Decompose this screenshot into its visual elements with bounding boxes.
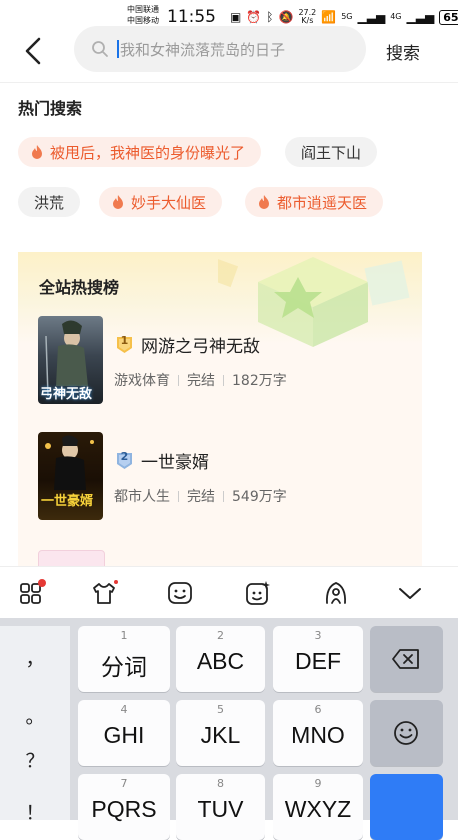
signal-icon-1: ▁▃▅ xyxy=(357,10,386,24)
flame-icon xyxy=(111,194,125,210)
cover-title: 一世豪婿 xyxy=(41,494,94,509)
book-cover[interactable]: 弓神无敌 xyxy=(38,316,103,404)
cover-title: 弓神无敌 xyxy=(40,387,93,402)
hot-search-title: 热门搜索 xyxy=(18,99,83,118)
key-9[interactable]: 9 WXYZ xyxy=(273,774,363,840)
key-7[interactable]: 7 PQRS xyxy=(78,774,170,840)
status-icons: ▣ ⏰ ᛒ 🔕 27.2 K/s 📶 5G ▁▃▅ 4G ▁▃▅ 65 xyxy=(230,9,458,25)
book-meta: 都市人生 完结 549万字 xyxy=(114,486,287,506)
signal-icon-2: ▁▃▅ xyxy=(406,10,435,24)
header-divider xyxy=(0,82,458,83)
network-4g: 4G xyxy=(390,12,402,21)
book-item[interactable]: 一世豪婿 2 一世豪婿 都市人生 完结 549万字 xyxy=(38,432,418,527)
keyboard-toolbar xyxy=(0,566,458,619)
book-item[interactable]: 弓神无敌 1 网游之弓神无敌 游戏体育 完结 182万字 xyxy=(38,316,418,411)
hot-tag[interactable]: 都市逍遥天医 xyxy=(245,187,384,217)
punctuation-column[interactable]: ， 。 ？ ！ xyxy=(0,626,70,824)
book-word-count: 549万字 xyxy=(232,489,287,505)
smiley-icon xyxy=(394,721,418,745)
tag-label: 被甩后，我神医的身份曝光了 xyxy=(50,143,246,162)
book-title: 网游之弓神无敌 xyxy=(141,337,260,357)
net-speed: 27.2 K/s xyxy=(298,8,317,25)
book-genre: 游戏体育 xyxy=(114,373,170,389)
tag-label: 都市逍遥天医 xyxy=(277,193,368,212)
collapse-keyboard-icon[interactable] xyxy=(396,579,424,607)
meta-separator xyxy=(223,490,224,502)
meta-separator xyxy=(178,374,179,386)
voice-icon[interactable] xyxy=(322,579,350,607)
book-status: 完结 xyxy=(187,489,215,505)
carrier-1: 中国联通 xyxy=(127,5,159,14)
search-button[interactable]: 搜索 xyxy=(386,39,420,64)
punct-exclaim[interactable]: ！ xyxy=(0,798,70,825)
rank-number: 1 xyxy=(120,334,129,347)
key-3[interactable]: 3 DEF xyxy=(273,626,363,692)
book-cover[interactable]: 一世豪婿 xyxy=(38,432,103,520)
rank-number: 2 xyxy=(120,450,129,463)
key-8[interactable]: 8 TUV xyxy=(176,774,265,840)
flame-icon xyxy=(30,144,44,160)
book-title-row: 1 网游之弓神无敌 xyxy=(115,332,260,357)
hot-tag[interactable]: 洪荒 xyxy=(18,187,81,217)
ranking-title: 全站热搜榜 xyxy=(39,278,120,297)
text-cursor xyxy=(117,40,119,58)
tag-label: 妙手大仙医 xyxy=(131,193,207,212)
sticker-icon[interactable] xyxy=(244,579,272,607)
mute-icon: 🔕 xyxy=(278,10,294,24)
flame-icon xyxy=(257,194,271,210)
search-enter-key[interactable] xyxy=(370,774,443,840)
backspace-key[interactable] xyxy=(370,626,443,692)
clock: 11:55 xyxy=(167,7,216,27)
book-genre: 都市人生 xyxy=(114,489,170,505)
punct-question[interactable]: ？ xyxy=(0,746,70,773)
ranking-card: 全站热搜榜 弓神无敌 1 网游之弓神无敌 游戏体育 完结 182万字 一世豪婿 … xyxy=(18,252,422,572)
nfc-icon: ▣ xyxy=(230,10,242,24)
key-2[interactable]: 2 ABC xyxy=(176,626,265,692)
key-6[interactable]: 6 MNO xyxy=(273,700,363,766)
book-title: 一世豪婿 xyxy=(141,453,209,473)
back-button[interactable] xyxy=(20,36,46,66)
alarm-icon: ⏰ xyxy=(246,10,262,24)
book-status: 完结 xyxy=(187,373,215,389)
key-1[interactable]: 1 分词 xyxy=(78,626,170,692)
punct-period[interactable]: 。 xyxy=(0,702,70,729)
hot-tag[interactable]: 阎王下山 xyxy=(285,137,378,167)
hot-tag[interactable]: 妙手大仙医 xyxy=(99,187,223,217)
tag-label: 洪荒 xyxy=(34,193,65,212)
wifi-icon: 📶 xyxy=(321,10,337,24)
key-5[interactable]: 5 JKL xyxy=(176,700,265,766)
bluetooth-icon: ᛒ xyxy=(266,10,274,24)
battery-indicator: 65 xyxy=(439,9,458,25)
back-arrow-icon xyxy=(25,37,41,65)
carrier-2: 中国移动 xyxy=(127,16,159,25)
skin-icon[interactable] xyxy=(90,579,118,607)
search-icon xyxy=(92,41,108,57)
meta-separator xyxy=(178,490,179,502)
apps-grid-icon[interactable] xyxy=(18,579,46,607)
emoji-face-icon[interactable] xyxy=(166,579,194,607)
carrier-labels: 中国联通 中国移动 xyxy=(127,4,159,26)
meta-separator xyxy=(223,374,224,386)
emoji-key[interactable] xyxy=(370,700,443,766)
punct-comma[interactable]: ， xyxy=(0,644,70,671)
tag-label: 阎王下山 xyxy=(301,143,362,162)
hot-tag[interactable]: 被甩后，我神医的身份曝光了 xyxy=(18,137,262,167)
book-title-row: 2 一世豪婿 xyxy=(115,448,209,473)
key-4[interactable]: 4 GHI xyxy=(78,700,170,766)
book-word-count: 182万字 xyxy=(232,373,287,389)
book-meta: 游戏体育 完结 182万字 xyxy=(114,370,287,390)
network-5g: 5G xyxy=(341,12,353,21)
search-input[interactable]: 我和女神流落荒岛的日子 xyxy=(74,26,366,72)
backspace-icon xyxy=(392,649,419,669)
search-placeholder: 我和女神流落荒岛的日子 xyxy=(120,41,286,59)
